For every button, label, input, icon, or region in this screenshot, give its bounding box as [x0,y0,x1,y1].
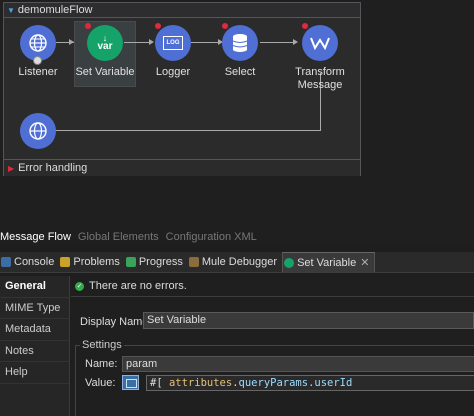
node-label: Set Variable [75,66,135,78]
nav-item-notes[interactable]: Notes [0,341,69,362]
value-prop: queryParams.userId [238,377,353,389]
status-text: There are no errors. [89,280,187,292]
nav-item-metadata[interactable]: Metadata [0,319,69,341]
settings-group: Settings Name: param Value: #[ attribute… [75,339,474,416]
tab-label: Mule Debugger [201,256,278,268]
close-icon[interactable]: ✕ [360,256,369,269]
tab-configuration-xml[interactable]: Configuration XML [166,231,257,243]
log-icon-text: LOG [166,40,180,46]
tab-label: Console [14,256,55,268]
nav-item-help[interactable]: Help [0,362,69,384]
properties-panel: ✓ There are no errors. Display Name: Set… [71,276,474,416]
node-label: Transform Message [295,66,345,91]
status-message: ✓ There are no errors. [75,280,187,292]
transform-icon [302,25,338,61]
var-icon [284,257,295,268]
node-response[interactable] [8,113,68,149]
error-marker-icon [155,23,161,29]
display-name-label: Display Name: [80,316,152,328]
expression-mode-button[interactable] [122,375,139,390]
expand-triangle-icon[interactable]: ▶ [8,164,14,173]
flow-container[interactable]: ▼ demomuleFlow Listener ↓ var Set Variab… [3,2,361,176]
value-field[interactable]: #[ attributes.queryParams.userId [146,375,474,391]
error-marker-icon [302,23,308,29]
node-label: Listener [18,66,58,78]
check-icon: ✓ [75,281,84,291]
console-icon [1,257,11,267]
progress-icon [125,257,136,267]
nav-item-general[interactable]: General [0,276,69,298]
node-label: Select [224,66,256,78]
editor-tab-bar: Message Flow Global Elements Configurati… [0,228,474,246]
node-transform-message[interactable]: Transform Message [288,23,352,92]
tab-problems[interactable]: Problems [59,252,124,272]
settings-title: Settings [80,339,124,351]
problems-icon [60,257,71,267]
globe-icon [20,25,56,65]
name-field[interactable]: param [122,356,474,372]
node-listener[interactable]: Listener [8,25,68,79]
flow-header[interactable]: ▼ demomuleFlow [4,3,360,18]
tab-set-variable[interactable]: Set Variable ✕ [282,252,376,272]
var-icon-text: var [97,41,113,52]
error-handling-section[interactable]: ▶ Error handling [4,159,360,176]
display-name-field[interactable]: Set Variable [143,312,474,329]
tab-label: Set Variable [297,256,357,269]
tab-label: Progress [138,256,183,268]
log-icon: LOG [155,25,191,61]
tab-console[interactable]: Console [0,252,59,272]
tab-message-flow[interactable]: Message Flow [0,231,71,243]
node-select[interactable]: Select [210,23,270,79]
divider [71,296,474,297]
error-marker-icon [222,23,228,29]
tab-progress[interactable]: Progress [125,252,188,272]
globe-icon [20,113,56,149]
error-marker-icon [85,23,91,29]
nav-item-mime-type[interactable]: MIME Type [0,298,69,319]
error-handling-label: Error handling [18,162,88,174]
value-label: Value: [85,377,116,389]
flow-canvas: ▼ demomuleFlow Listener ↓ var Set Variab… [0,0,474,232]
database-icon [222,25,258,61]
var-icon: ↓ var [87,25,123,61]
node-set-variable[interactable]: ↓ var Set Variable [75,23,135,79]
collapse-triangle-icon[interactable]: ▼ [7,6,15,15]
view-tab-bar: Console Problems Progress Mule Debugger … [0,252,474,273]
tab-label: Problems [73,256,120,268]
debugger-icon [188,257,199,267]
properties-nav: General MIME Type Metadata Notes Help [0,276,70,416]
flow-name: demomuleFlow [17,4,93,16]
tab-mule-debugger[interactable]: Mule Debugger [188,252,282,272]
value-prefix: #[ [150,377,163,389]
tab-global-elements[interactable]: Global Elements [78,231,159,243]
value-expr: attributes [168,377,233,389]
name-label: Name: [85,358,118,370]
node-label: Logger [155,66,191,78]
node-logger[interactable]: LOG Logger [143,23,203,79]
source-badge-icon [33,56,42,65]
